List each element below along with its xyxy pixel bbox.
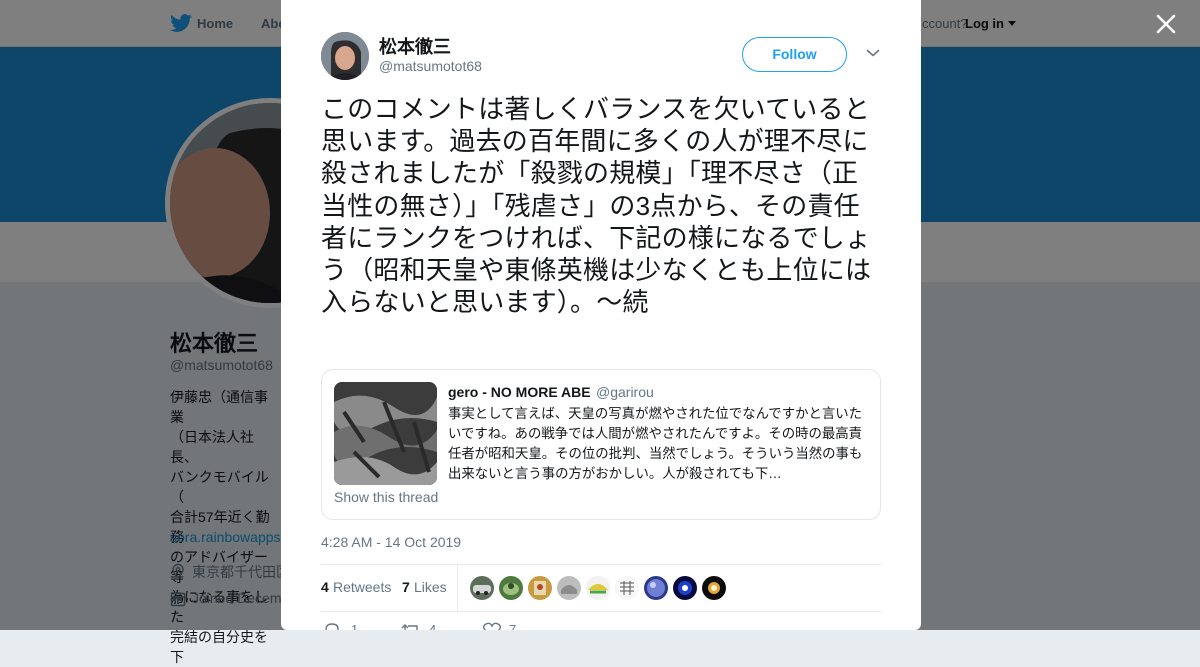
- tweet-timestamp[interactable]: 4:28 AM - 14 Oct 2019: [321, 534, 461, 550]
- liker-avatar[interactable]: [499, 576, 523, 600]
- liker-avatar[interactable]: [528, 576, 552, 600]
- show-thread-link[interactable]: Show this thread: [334, 489, 438, 505]
- quoted-tweet-photo[interactable]: [334, 382, 437, 485]
- liker-avatar[interactable]: [673, 576, 697, 600]
- divider: [321, 611, 881, 612]
- follow-button[interactable]: Follow: [742, 37, 847, 72]
- likes-label[interactable]: Likes: [414, 579, 447, 595]
- quoted-tweet-text: 事実として言えば、天皇の写真が燃やされた位でなんですかと言いたいですね。あの戦争…: [448, 406, 863, 481]
- liker-avatar[interactable]: [615, 576, 639, 600]
- reply-icon[interactable]: [323, 622, 341, 630]
- author-name[interactable]: 松本徹三: [379, 33, 451, 59]
- liker-avatar[interactable]: [702, 576, 726, 600]
- close-icon[interactable]: [1152, 10, 1180, 38]
- retweets-label[interactable]: Retweets: [333, 579, 391, 595]
- quoted-tweet-card[interactable]: gero - NO MORE ABE @garirou 事実として言えば、天皇の…: [321, 369, 881, 520]
- heart-icon[interactable]: [483, 622, 501, 630]
- tweet-modal: 松本徹三 @matsumotot68 Follow このコメントは著しくバランス…: [281, 0, 921, 630]
- liker-avatar[interactable]: [557, 576, 581, 600]
- reply-count[interactable]: 1: [351, 622, 358, 630]
- quoted-author-name[interactable]: gero - NO MORE ABE: [448, 384, 591, 400]
- retweet-action-count[interactable]: 4: [429, 622, 436, 630]
- like-action-count[interactable]: 7: [509, 622, 516, 630]
- retweet-icon[interactable]: [401, 622, 421, 630]
- likes-count[interactable]: 7: [402, 579, 410, 595]
- author-handle[interactable]: @matsumotot68: [379, 58, 482, 74]
- divider: [321, 564, 881, 565]
- retweets-count[interactable]: 4: [321, 579, 329, 595]
- liker-avatar[interactable]: [644, 576, 668, 600]
- quoted-author-handle[interactable]: @garirou: [596, 384, 654, 400]
- tweet-text: このコメントは著しくバランスを欠いていると思います。過去の百年間に多くの人が理不…: [321, 94, 872, 318]
- liker-avatar[interactable]: [586, 576, 610, 600]
- divider: [457, 565, 458, 611]
- author-avatar[interactable]: [321, 32, 369, 80]
- chevron-down-icon[interactable]: [866, 48, 880, 58]
- liker-avatar[interactable]: [470, 576, 494, 600]
